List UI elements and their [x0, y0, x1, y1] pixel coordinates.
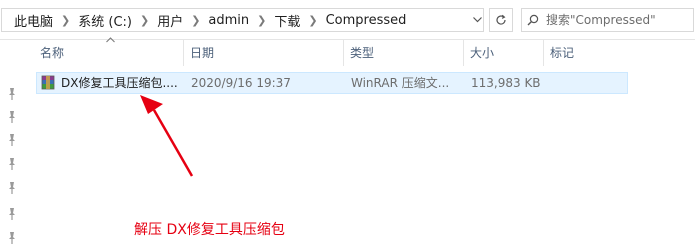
- annotation-arrow-icon: [140, 95, 194, 177]
- annotation-label: 解压 DX修复工具压缩包: [134, 222, 285, 238]
